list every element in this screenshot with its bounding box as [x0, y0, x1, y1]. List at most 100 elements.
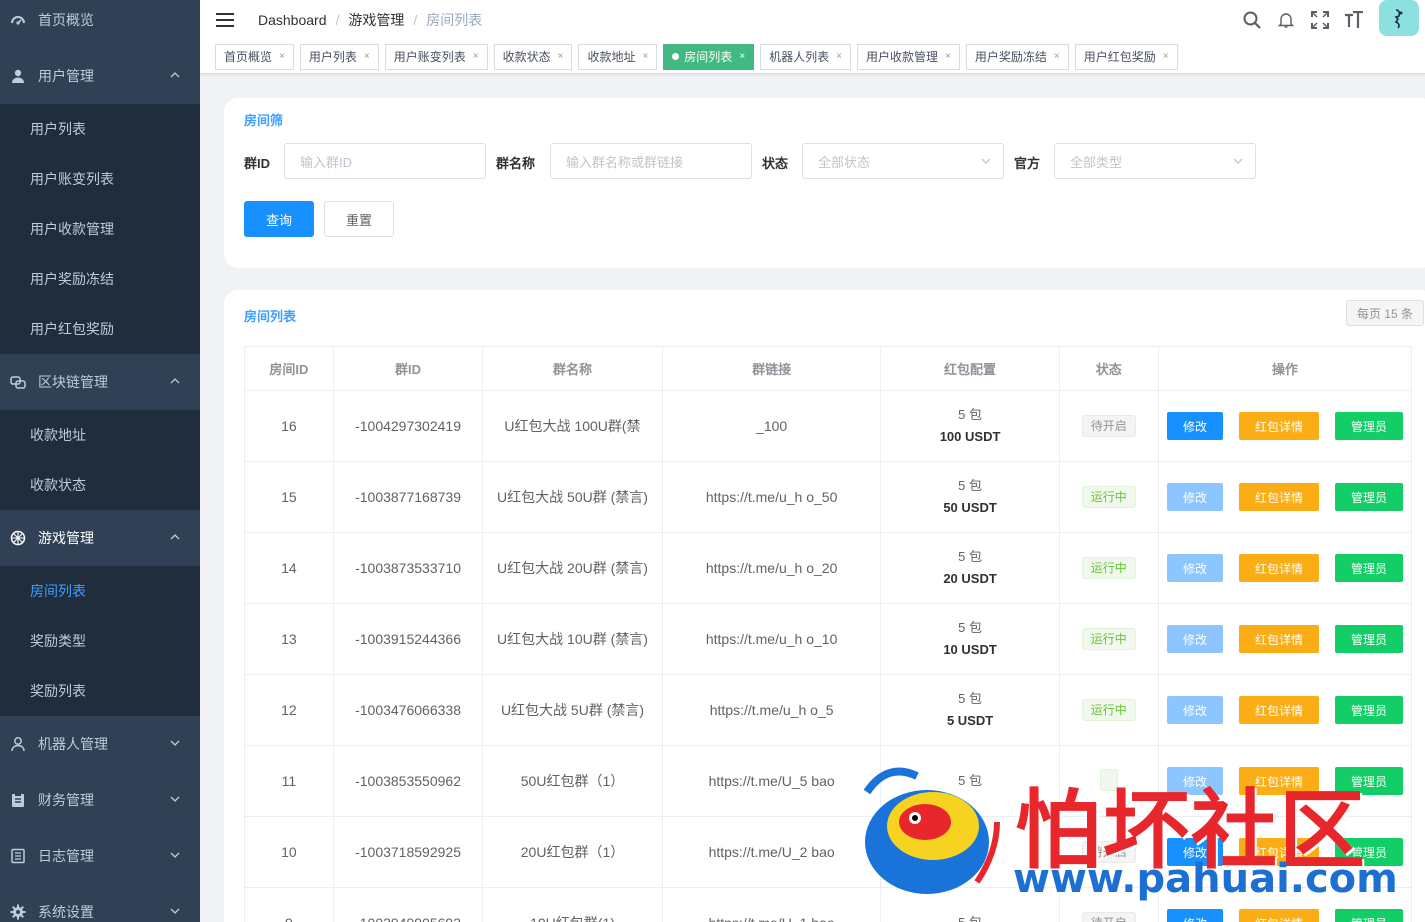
menu-settings[interactable]: 系统设置 — [0, 884, 200, 922]
close-icon[interactable]: × — [473, 51, 479, 62]
menu-log[interactable]: 日志管理 — [0, 828, 200, 884]
sidebar: 首页概览 用户管理 用户列表 用户账变列表 用户收款管理 用户奖励冻结 用户红包… — [0, 0, 200, 922]
sidebar-item-user-payment[interactable]: 用户收款管理 — [0, 204, 200, 254]
admin-button[interactable]: 管理员 — [1334, 483, 1403, 511]
close-icon[interactable]: × — [945, 51, 951, 62]
sidebar-item-user-balance[interactable]: 用户账变列表 — [0, 154, 200, 204]
hamburger-icon[interactable] — [216, 13, 234, 27]
redpack-detail-button[interactable]: 红包详情 — [1238, 412, 1319, 440]
col-group-link: 群链接 — [661, 346, 882, 391]
breadcrumb-item[interactable]: 游戏管理 — [348, 10, 404, 30]
close-icon[interactable]: × — [1163, 51, 1169, 62]
menu-robot[interactable]: 机器人管理 — [0, 716, 200, 772]
tab-label: 用户列表 — [308, 50, 357, 64]
edit-button[interactable]: 修改 — [1166, 483, 1223, 511]
cell-group-link[interactable]: https://t.me/U_2 bao — [661, 816, 882, 888]
group-id-input[interactable]: 输入群ID — [284, 143, 486, 179]
avatar[interactable] — [1379, 0, 1419, 36]
cell-group-link[interactable]: _100 — [661, 390, 882, 462]
sidebar-item-user-list[interactable]: 用户列表 — [0, 104, 200, 154]
fullscreen-icon[interactable] — [1303, 0, 1337, 40]
tab-0[interactable]: 首页概览 × — [215, 43, 294, 70]
font-size-icon[interactable] — [1337, 0, 1371, 40]
close-icon[interactable]: × — [642, 51, 648, 62]
page-size-select[interactable]: 每页 15 条 — [1345, 300, 1424, 326]
cell-group-link[interactable]: https://t.me/u_h o_50 — [661, 461, 882, 533]
close-icon[interactable]: × — [739, 51, 745, 62]
menu-blockchain[interactable]: 区块链管理 — [0, 354, 200, 410]
tab-5[interactable]: 房间列表 × — [663, 43, 755, 70]
table-row: 9-100394990569310U红包群(1)https://t.me/U_1… — [244, 887, 1413, 922]
admin-button[interactable]: 管理员 — [1334, 838, 1403, 866]
admin-button[interactable]: 管理员 — [1334, 554, 1403, 582]
sidebar-item-address[interactable]: 收款地址 — [0, 410, 200, 460]
bell-icon[interactable] — [1269, 0, 1303, 40]
close-icon[interactable]: × — [364, 51, 370, 62]
admin-button[interactable]: 管理员 — [1334, 625, 1403, 653]
edit-button[interactable]: 修改 — [1166, 909, 1223, 922]
edit-button[interactable]: 修改 — [1166, 554, 1223, 582]
sidebar-item-user-freeze[interactable]: 用户奖励冻结 — [0, 254, 200, 304]
sidebar-item-room-list[interactable]: 房间列表 — [0, 566, 200, 616]
admin-button[interactable]: 管理员 — [1334, 696, 1403, 724]
cell-group-link[interactable]: https://t.me/u_h o_5 — [661, 674, 882, 746]
search-icon[interactable] — [1235, 0, 1269, 40]
reset-button[interactable]: 重置 — [324, 201, 394, 237]
edit-button[interactable]: 修改 — [1166, 625, 1223, 653]
cell-group-link[interactable]: https://t.me/U_5 bao — [661, 745, 882, 817]
tab-3[interactable]: 收款状态 × — [493, 43, 573, 70]
finance-icon — [10, 792, 26, 808]
cell-group-link[interactable]: https://t.me/u_h o_10 — [661, 603, 882, 675]
sidebar-item-reward-list[interactable]: 奖励列表 — [0, 666, 200, 716]
tab-8[interactable]: 用户奖励冻结 × — [965, 43, 1069, 70]
sidebar-item-reward-type[interactable]: 奖励类型 — [0, 616, 200, 666]
cell-room-id: 12 — [244, 674, 334, 746]
table-row: 15 -1003877168739 U红包大战 50U群 (禁言) https://t… — [244, 461, 1413, 533]
sidebar-item-user-redpack[interactable]: 用户红包奖励 — [0, 304, 200, 354]
admin-button[interactable]: 管理员 — [1334, 909, 1403, 922]
menu-dashboard[interactable]: 首页概览 — [0, 0, 200, 40]
table-row: 13 -1003915244366 U红包大战 10U群 (禁言) https://t… — [244, 603, 1413, 675]
cell-room-id: 15 — [244, 461, 334, 533]
redpack-detail-button[interactable]: 红包详情 — [1238, 838, 1319, 866]
cell-group-id: -1003718592925 — [332, 816, 484, 888]
redpack-detail-button[interactable]: 红包详情 — [1238, 909, 1319, 922]
menu-label: 系统设置 — [38, 904, 94, 920]
redpack-detail-button[interactable]: 红包详情 — [1238, 554, 1319, 582]
edit-button[interactable]: 修改 — [1166, 412, 1223, 440]
redpack-detail-button[interactable]: 红包详情 — [1238, 696, 1319, 724]
tab-9[interactable]: 用户红包奖励 × — [1074, 43, 1178, 70]
status-select[interactable]: 全部状态 — [802, 143, 1004, 179]
breadcrumb-item: 房间列表 — [426, 12, 483, 28]
edit-button[interactable]: 修改 — [1166, 767, 1223, 795]
pack-count: 5 包 — [958, 407, 982, 422]
tab-6[interactable]: 机器人列表 × — [760, 43, 852, 70]
breadcrumb-item[interactable]: Dashboard — [258, 12, 327, 28]
menu-user-management[interactable]: 用户管理 — [0, 48, 200, 104]
close-icon[interactable]: × — [558, 51, 564, 62]
close-icon[interactable]: × — [1054, 51, 1060, 62]
sidebar-item-payment-status[interactable]: 收款状态 — [0, 460, 200, 510]
close-icon[interactable]: × — [279, 51, 285, 62]
redpack-detail-button[interactable]: 红包详情 — [1238, 483, 1319, 511]
menu-finance[interactable]: 财务管理 — [0, 772, 200, 828]
close-icon[interactable]: × — [836, 51, 842, 62]
tab-7[interactable]: 用户收款管理 × — [857, 43, 960, 70]
group-name-input[interactable]: 输入群名称或群链接 — [550, 143, 752, 179]
status-label: 状态 — [762, 156, 789, 171]
menu-game[interactable]: 游戏管理 — [0, 510, 200, 566]
tab-4[interactable]: 收款地址 × — [578, 43, 658, 70]
official-select[interactable]: 全部类型 — [1054, 143, 1256, 179]
admin-button[interactable]: 管理员 — [1334, 767, 1403, 795]
edit-button[interactable]: 修改 — [1166, 696, 1223, 724]
cell-group-link[interactable]: https://t.me/u_h o_20 — [661, 532, 882, 604]
query-button[interactable]: 查询 — [244, 201, 314, 237]
redpack-detail-button[interactable]: 红包详情 — [1238, 767, 1319, 795]
tab-2[interactable]: 用户账变列表 × — [384, 43, 488, 70]
admin-button[interactable]: 管理员 — [1334, 412, 1403, 440]
tab-1[interactable]: 用户列表 × — [299, 43, 379, 70]
cell-group-name: U红包大战 10U群 (禁言) — [482, 603, 663, 675]
edit-button[interactable]: 修改 — [1166, 838, 1223, 866]
redpack-detail-button[interactable]: 红包详情 — [1238, 625, 1319, 653]
cell-group-link[interactable]: https://t.me/U_1 bao — [661, 887, 882, 922]
